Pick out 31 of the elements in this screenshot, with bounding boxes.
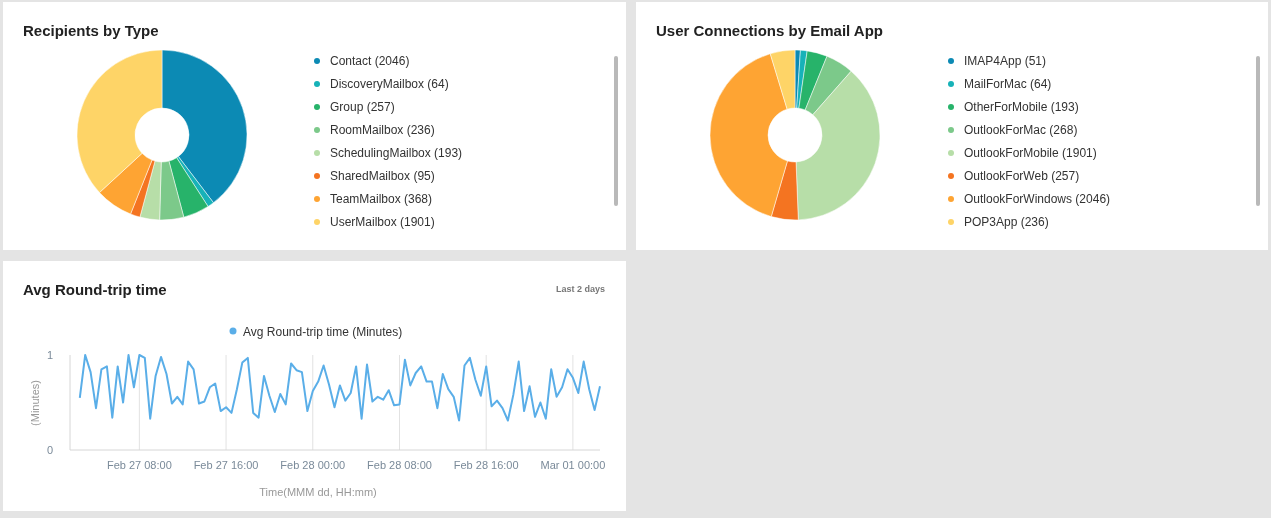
legend-label: RoomMailbox (236) xyxy=(330,123,435,137)
legend-label: IMAP4App (51) xyxy=(964,54,1047,68)
legend-label: OtherForMobile (193) xyxy=(964,100,1079,114)
y-tick-label: 0 xyxy=(46,444,53,456)
legend-label: OutlookForMac (268) xyxy=(964,123,1078,137)
x-tick-label: Feb 27 08:00 xyxy=(106,459,172,471)
legend-label: UserMailbox (1901) xyxy=(330,215,435,229)
legend-label: Group (257) xyxy=(330,100,395,114)
legend-label: OutlookForWeb (257) xyxy=(964,169,1080,183)
x-tick-label: Mar 01 00:00 xyxy=(540,459,606,471)
x-axis-title: Time(MMM dd, HH:mm) xyxy=(259,486,377,498)
legend-label: TeamMailbox (368) xyxy=(330,192,433,206)
legend-label: OutlookForWindows (2046) xyxy=(964,192,1111,206)
legend-label: SchedulingMailbox (193) xyxy=(330,146,463,160)
legend-label: DiscoveryMailbox (64) xyxy=(330,77,449,91)
legend-label: Contact (2046) xyxy=(330,54,410,68)
x-tick-label: Feb 27 16:00 xyxy=(193,459,259,471)
card-title: Recipients by Type xyxy=(23,21,159,39)
x-tick-label: Feb 28 00:00 xyxy=(280,459,346,471)
legend-label: OutlookForMobile (1901) xyxy=(964,146,1097,160)
legend-label: Avg Round-trip time (Minutes) xyxy=(243,324,403,339)
legend-label: MailForMac (64) xyxy=(964,77,1052,91)
legend-label: POP3App (236) xyxy=(964,215,1049,229)
x-tick-label: Feb 28 16:00 xyxy=(453,459,519,471)
period-label: Last 2 days xyxy=(555,284,605,294)
y-tick-label: 1 xyxy=(46,349,53,361)
legend-label: SharedMailbox (95) xyxy=(330,169,435,183)
card-title: Avg Round-trip time xyxy=(23,280,167,298)
y-axis-title: (Minutes) xyxy=(29,380,41,426)
card-title: User Connections by Email App xyxy=(656,21,883,39)
x-tick-label: Feb 28 08:00 xyxy=(367,459,432,471)
